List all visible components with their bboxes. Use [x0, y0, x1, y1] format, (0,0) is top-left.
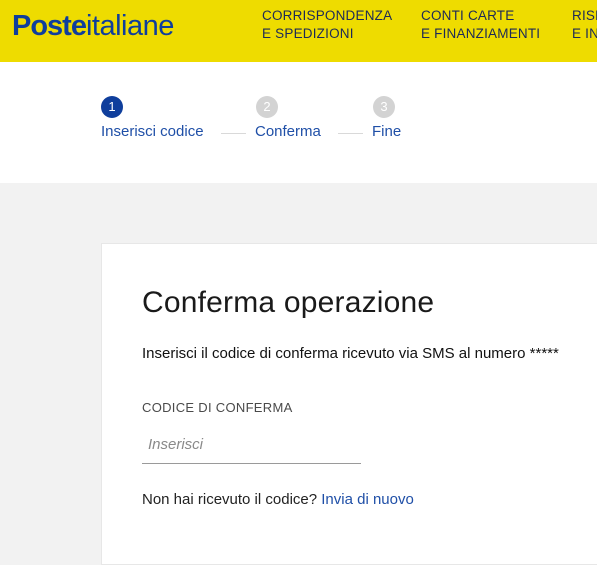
- step-2-label: Conferma: [255, 123, 321, 140]
- top-header: Posteitaliane CORRISPONDENZA E SPEDIZION…: [0, 0, 597, 62]
- step-connector: [338, 133, 363, 134]
- nav-item-line2: E SPEDIZIONI: [262, 26, 354, 41]
- nav-item-line2: E FINANZIAMENTI: [421, 26, 541, 41]
- resend-prompt: Non hai ricevuto il codice?: [142, 491, 318, 508]
- step-3-label: Fine: [372, 123, 402, 140]
- nav-item-line1: RISP: [572, 8, 597, 23]
- nav-item-conti-carte[interactable]: CONTI CARTE E FINANZIAMENTI: [421, 7, 540, 43]
- nav-item-risparmio[interactable]: RISP E IN: [572, 7, 597, 43]
- confirmation-code-input[interactable]: [142, 426, 361, 464]
- sms-instructions: Inserisci il codice di conferma ricevuto…: [142, 345, 559, 362]
- page-title: Conferma operazione: [142, 286, 435, 319]
- poste-italiane-logo[interactable]: Posteitaliane: [12, 8, 174, 44]
- nav-item-line1: CONTI CARTE: [421, 8, 515, 23]
- resend-row: Non hai ricevuto il codice? Invia di nuo…: [142, 490, 414, 510]
- nav-item-line1: CORRISPONDENZA: [262, 8, 393, 23]
- step-connector: [221, 133, 246, 134]
- code-field-label: CODICE DI CONFERMA: [142, 400, 293, 415]
- step-3-circle: 3: [373, 96, 395, 118]
- nav-item-line2: E IN: [572, 26, 597, 41]
- resend-code-link[interactable]: Invia di nuovo: [321, 491, 414, 508]
- step-1-circle: 1: [101, 96, 123, 118]
- logo-rest-text: italiane: [85, 10, 174, 42]
- step-2-circle: 2: [256, 96, 278, 118]
- logo-bold-text: Poste: [12, 10, 87, 42]
- step-1-label: Inserisci codice: [101, 123, 204, 140]
- nav-item-corrispondenza[interactable]: CORRISPONDENZA E SPEDIZIONI: [262, 7, 392, 43]
